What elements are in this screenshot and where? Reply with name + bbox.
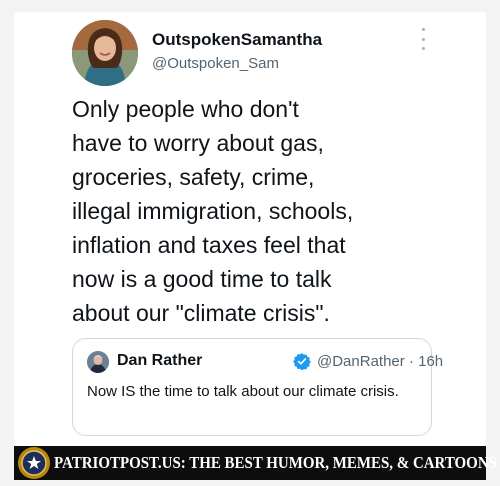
tweet-text-line: about our "climate crisis". xyxy=(72,300,330,326)
tweet-text: Only people who don't have to worry abou… xyxy=(72,92,472,330)
tweet-text-line: have to worry about gas, xyxy=(72,130,324,156)
banner-text[interactable]: PATRIOTPOST.US: THE BEST HUMOR, MEMES, &… xyxy=(54,453,497,473)
tweet-text-line: groceries, safety, crime, xyxy=(72,164,315,190)
quoted-tweet-text: Now IS the time to talk about our climat… xyxy=(87,383,399,400)
more-dot xyxy=(421,37,425,41)
tweet-text-line: Only people who don't xyxy=(72,96,299,122)
avatar[interactable] xyxy=(72,20,138,86)
patriotpost-logo-icon xyxy=(18,447,50,479)
quoted-tweet[interactable]: Dan Rather @DanRather · 16h Now IS the t… xyxy=(72,338,443,436)
user-handle[interactable]: @Outspoken_Sam xyxy=(152,55,279,72)
quoted-display-name[interactable]: Dan Rather xyxy=(117,352,202,370)
tweet-text-line: inflation and taxes feel that xyxy=(72,232,346,258)
tweet-text-line: illegal immigration, schools, xyxy=(72,198,354,224)
more-dot xyxy=(421,47,425,50)
verified-icon xyxy=(293,352,311,371)
quoted-handle-time[interactable]: @DanRather · 16h xyxy=(317,353,443,370)
quoted-avatar[interactable] xyxy=(87,351,109,373)
more-options-icon[interactable] xyxy=(417,28,429,50)
more-dot xyxy=(421,28,425,31)
display-name[interactable]: OutspokenSamantha xyxy=(152,30,322,50)
patriotpost-banner: PATRIOTPOST.US: THE BEST HUMOR, MEMES, &… xyxy=(14,446,497,480)
tweet-text-line: now is a good time to talk xyxy=(72,266,332,292)
